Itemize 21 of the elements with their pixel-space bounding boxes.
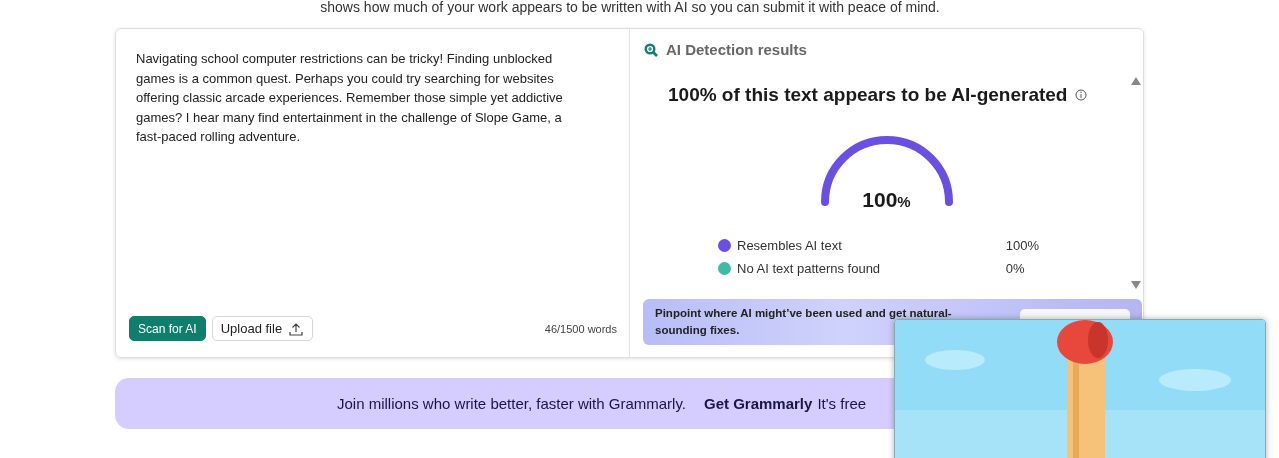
scroll-down-icon <box>1131 281 1141 289</box>
legend-label: No AI text patterns found <box>737 261 881 276</box>
legend-value: 100% <box>1005 238 1039 253</box>
promo-button[interactable] <box>1020 309 1130 319</box>
scroll-up-icon <box>1131 77 1141 85</box>
score-percent: 100% <box>861 188 912 212</box>
legend-label: Resembles AI text <box>737 238 842 253</box>
panel-title: AI Detection results <box>666 41 807 58</box>
info-icon <box>1075 89 1088 101</box>
word-count: 46/1500 words <box>544 322 617 335</box>
get-grammarly-link[interactable]: Get Grammarly <box>704 395 813 412</box>
result-headline: 100% of this text appears to be AI-generated <box>668 84 1068 106</box>
banner-text: Join millions who write better, faster with Grammarly. <box>337 395 686 412</box>
search-icon <box>644 42 658 57</box>
intro-text: shows how much of your work appears to be written with AI so you can submit it with peace of mind. <box>319 0 941 17</box>
scan-button[interactable]: Scan for AI <box>129 316 206 341</box>
free-note: It's free <box>817 395 867 412</box>
essay-text: Navigating school computer restrictions can be tricky! Finding unblocked games is a common quest. Perhaps you could try searching for websites offering classic arcade experiences. Remember those simple yet addictive games? I hear many find entertainment in the challenge of Slope Game, a fast-paced rolling adventure. <box>136 50 564 146</box>
promo-text: Pinpoint where AI might’ve been used and get natural-sounding fixes. <box>655 306 953 338</box>
upload-button[interactable]: Upload file <box>211 316 314 341</box>
legend-value: 0% <box>1005 261 1026 276</box>
